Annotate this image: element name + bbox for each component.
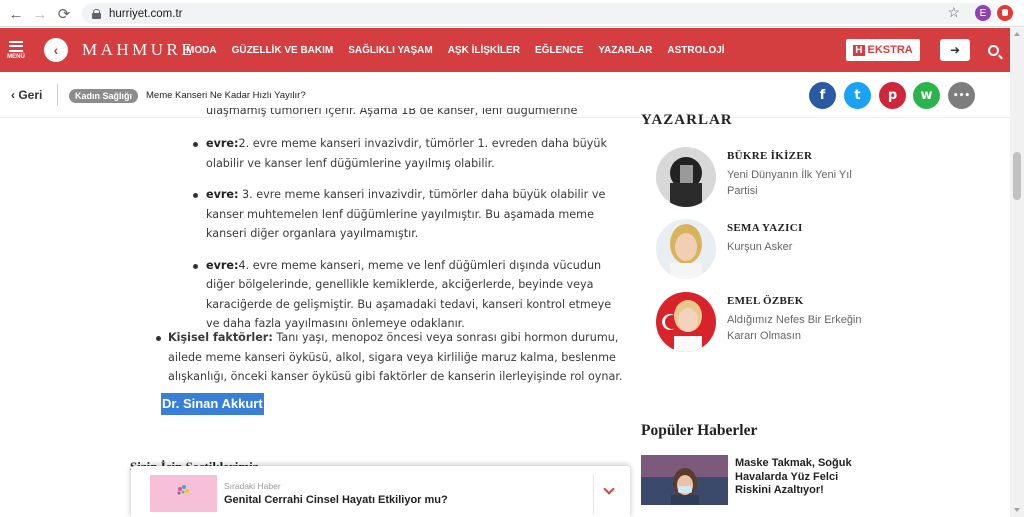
author-name[interactable]: SEMA YAZICI [727, 222, 803, 234]
article-author: Dr. Sinan Akkurt [161, 393, 264, 415]
more-share-button[interactable]: ••• [948, 82, 975, 109]
search-icon [987, 44, 999, 56]
stage-label: evre: [206, 258, 239, 272]
hamburger-icon [9, 40, 23, 52]
populer-news-photo [641, 455, 728, 505]
geri-label: Geri [18, 88, 43, 102]
author-card[interactable]: EMEL ÖZBEK Aldığımız Nefes Bir Erkeğin K… [656, 292, 876, 352]
menu-button[interactable]: MENÜ [0, 28, 32, 72]
author-name[interactable]: BÜKRE İKİZER [727, 150, 812, 162]
author-name[interactable]: EMEL ÖZBEK [727, 295, 804, 307]
stage-text: 3. evre meme kanseri invazivdir, tümörle… [206, 188, 606, 240]
populer-news-headline[interactable]: Maske Takmak, Soğuk Havalarda Yüz Felci … [735, 457, 875, 498]
stage-text: 2. evre meme kanseri invazivdir, tümörle… [206, 137, 607, 170]
twitter-share-button[interactable]: t [844, 82, 871, 109]
list-item: evre:2. evre meme kanseri invazivdir, tü… [193, 134, 626, 173]
breadcrumb-divider [57, 84, 58, 106]
next-story-thumbnail [150, 475, 217, 512]
site-header: MENÜ ‹ MAHMURE MODA GÜZELLİK VE BAKIM SA… [0, 28, 1010, 72]
browser-forward-icon[interactable]: → [27, 1, 53, 27]
populer-news-image[interactable] [641, 455, 728, 505]
profile-avatar[interactable]: E [975, 5, 991, 21]
facebook-share-button[interactable]: f [809, 82, 836, 109]
nav-item-astroloji[interactable]: ASTROLOJİ [667, 45, 724, 56]
stage-text: 4. evre meme kanseri, meme ve lenf düğüm… [206, 258, 612, 331]
bookmark-star-icon[interactable]: ☆ [947, 4, 960, 21]
search-button[interactable] [983, 39, 1003, 61]
stage-list: evre:2. evre meme kanseri invazivdir, tü… [193, 134, 626, 346]
category-badge[interactable]: Kadın Sağlığı [69, 89, 139, 103]
hurriyet-h-logo: H [853, 44, 865, 56]
list-item: evre:4. evre meme kanseri, meme ve lenf … [193, 256, 626, 334]
list-item: Kişisel faktörler: Tanı yaşı, menopoz ön… [156, 328, 628, 387]
author-card[interactable]: SEMA YAZICI Kurşun Asker [656, 219, 876, 279]
author-card[interactable]: BÜKRE İKİZER Yeni Dünyanın İlk Yeni Yıl … [656, 147, 876, 207]
article-clip: ulaşmamış tümörleri içerir. Aşama 1B de … [206, 108, 626, 120]
next-story-bar[interactable]: Sıradaki Haber Genital Cerrahi Cinsel Ha… [131, 466, 630, 517]
login-button[interactable]: ➜ [940, 39, 970, 61]
author-post-title[interactable]: Kurşun Asker [727, 239, 867, 255]
page-scrollbar[interactable] [1010, 28, 1024, 517]
author-photo-image [656, 219, 716, 279]
header-back-button[interactable]: ‹ [44, 38, 68, 62]
next-story-image [150, 475, 217, 512]
author-post-title[interactable]: Aldığımız Nefes Bir Erkeğin Kararı Olmas… [727, 312, 867, 344]
address-bar[interactable]: hurriyet.com.tr [82, 3, 996, 24]
nav-item-moda[interactable]: MODA [186, 45, 217, 56]
browser-reload-icon[interactable]: ⟳ [51, 1, 77, 27]
scrollbar-thumb[interactable] [1013, 152, 1021, 200]
ekstra-button[interactable]: H EKSTRA [846, 39, 920, 61]
menu-label: MENÜ [7, 53, 25, 60]
chevron-down-icon[interactable] [603, 483, 615, 495]
nav-item-saglikli-yasam[interactable]: SAĞLIKLI YAŞAM [348, 45, 432, 56]
next-story-divider [593, 474, 594, 514]
populer-heading: Popüler Haberler [641, 422, 758, 439]
site-logo[interactable]: MAHMURE [82, 40, 195, 60]
url-text: hurriyet.com.tr [109, 7, 183, 20]
list-item: evre: 3. evre meme kanseri invazivdir, t… [193, 185, 626, 244]
factors-label: Kişisel faktörler: [168, 331, 273, 344]
geri-back-link[interactable]: ‹ Geri [11, 88, 42, 102]
author-photo-image [656, 292, 716, 352]
next-story-title[interactable]: Genital Cerrahi Cinsel Hayatı Etkiliyor … [224, 494, 448, 506]
author-photo [656, 292, 716, 352]
nav-item-ask-iliskiler[interactable]: AŞK İLİŞKİLER [448, 45, 520, 56]
lock-icon [92, 8, 101, 19]
scroll-up-arrow-icon[interactable] [1014, 32, 1020, 36]
stage-label: evre: [206, 137, 239, 150]
author-photo-image [656, 147, 716, 207]
pinterest-share-button[interactable]: p [879, 82, 906, 109]
author-photo [656, 147, 716, 207]
nav-item-eglence[interactable]: EĞLENCE [535, 45, 583, 56]
article-partial-line: ulaşmamış tümörleri içerir. Aşama 1B de … [206, 108, 578, 117]
browser-toolbar: ← → ⟳ hurriyet.com.tr ☆ E [0, 0, 1024, 27]
login-icon: ➜ [949, 43, 961, 57]
nav-item-guzellik[interactable]: GÜZELLİK VE BAKIM [232, 45, 334, 56]
main-nav: MODA GÜZELLİK VE BAKIM SAĞLIKLI YAŞAM AŞ… [186, 45, 725, 56]
scroll-down-arrow-icon[interactable] [1014, 508, 1020, 512]
browser-back-icon[interactable]: ← [3, 1, 29, 27]
yazarlar-heading: YAZARLAR [641, 112, 733, 128]
breadcrumb-title: Meme Kanseri Ne Kadar Hızlı Yayılır? [146, 90, 306, 101]
extension-icon[interactable] [997, 5, 1013, 21]
whatsapp-share-button[interactable]: w [913, 82, 940, 109]
author-post-title[interactable]: Yeni Dünyanın İlk Yeni Yıl Partisi [727, 167, 867, 199]
nav-item-yazarlar[interactable]: YAZARLAR [598, 45, 652, 56]
author-photo [656, 219, 716, 279]
stage-label: evre: [206, 188, 239, 201]
next-story-label: Sıradaki Haber [224, 481, 281, 491]
ekstra-label: EKSTRA [867, 44, 913, 56]
